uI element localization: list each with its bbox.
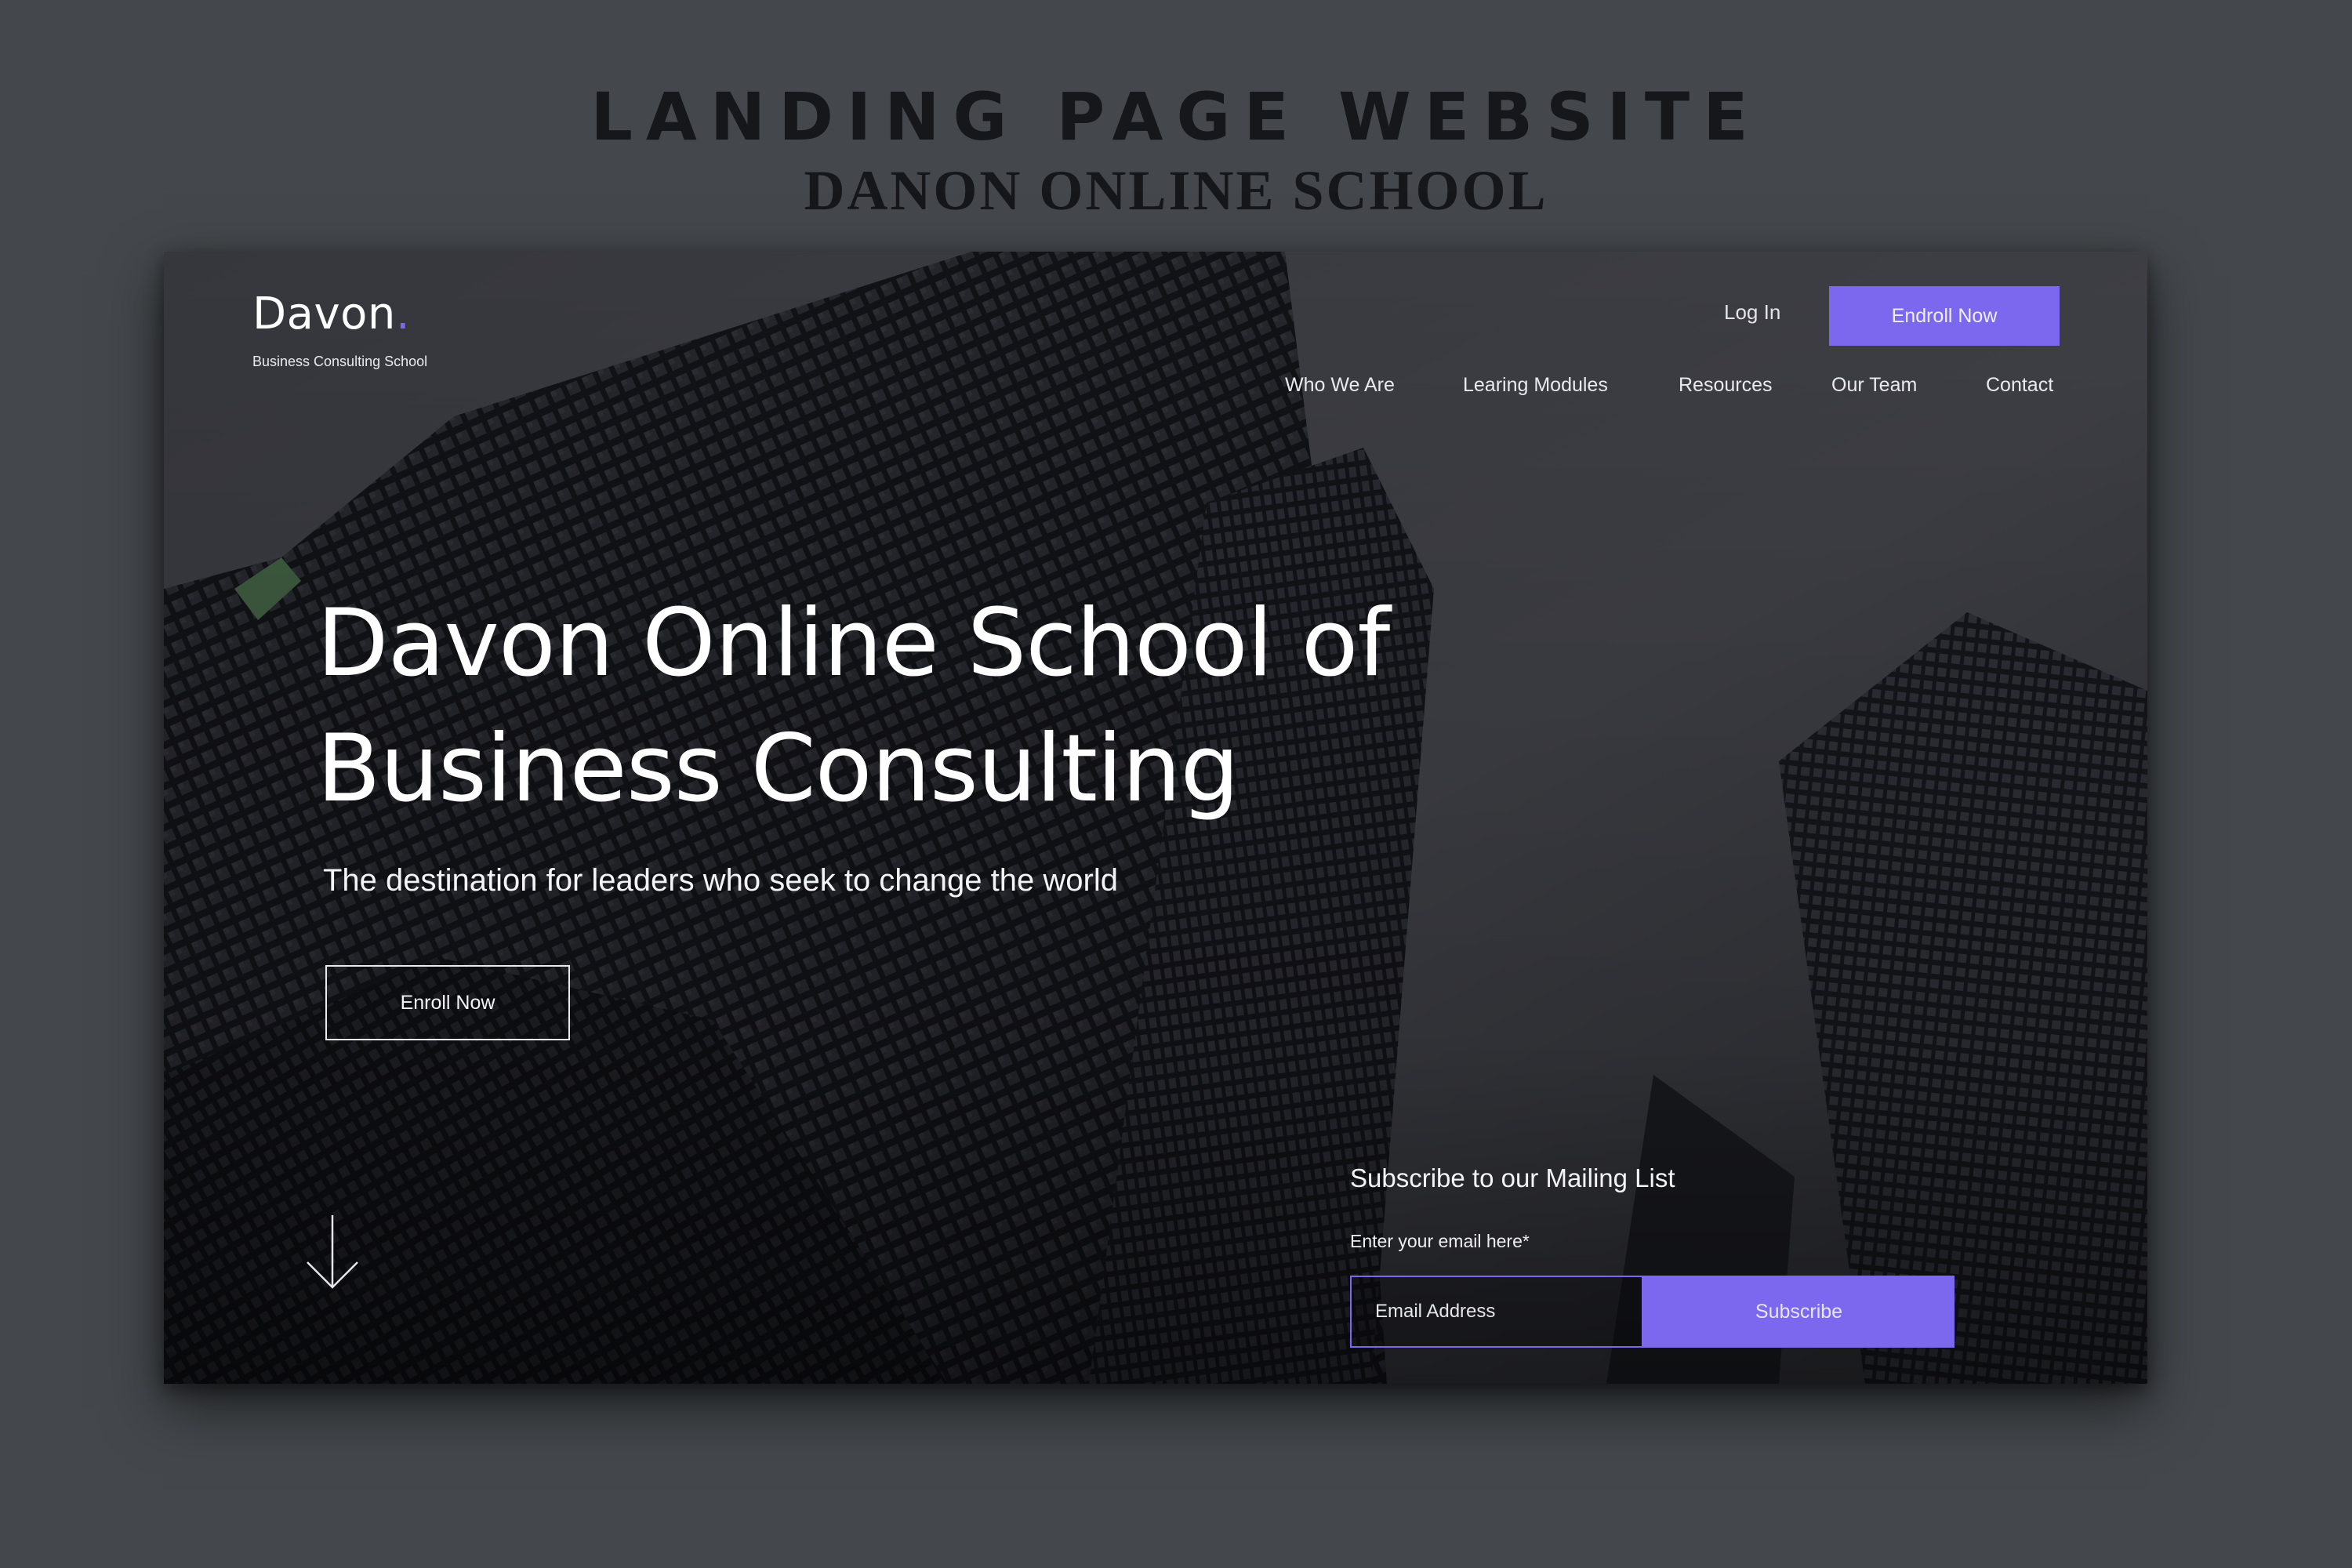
nav-our-team[interactable]: Our Team [1831,374,1917,397]
brand-dot: . [395,289,411,339]
brand-tagline: Business Consulting School [252,354,428,369]
nav-who-we-are[interactable]: Who We Are [1285,374,1395,397]
arrow-down-icon[interactable] [305,1212,360,1298]
hero-title-line-2: Business Consulting [317,715,1240,823]
hero-title-line-1: Davon Online School of [317,590,1390,698]
login-link[interactable]: Log In [1724,300,1780,325]
poster-subtitle: DANON ONLINE SCHOOL [804,159,1548,222]
subscribe-button[interactable]: Subscribe [1643,1276,1955,1348]
enroll-now-button-hero[interactable]: Enroll Now [325,965,570,1040]
nav-contact[interactable]: Contact [1986,374,2053,397]
brand-name: Davon [252,289,396,339]
email-field-label: Enter your email here* [1350,1231,1530,1251]
nav-resources[interactable]: Resources [1679,374,1773,397]
hero-title: Davon Online School of Business Consulti… [317,581,1650,832]
website-mockup: Davon. Business Consulting School Log In… [164,252,2147,1384]
brand-logo[interactable]: Davon. [252,292,427,336]
hero-subtitle: The destination for leaders who seek to … [323,863,1118,898]
poster-title: LANDING PAGE WEBSITE [590,78,1762,155]
email-input[interactable] [1350,1276,1643,1348]
brand-logo-block[interactable]: Davon. Business Consulting School [252,292,427,370]
nav-learning-modules[interactable]: Learing Modules [1463,374,1608,397]
enroll-now-button-header[interactable]: Endroll Now [1829,286,2060,346]
subscribe-heading: Subscribe to our Mailing List [1350,1163,1675,1192]
